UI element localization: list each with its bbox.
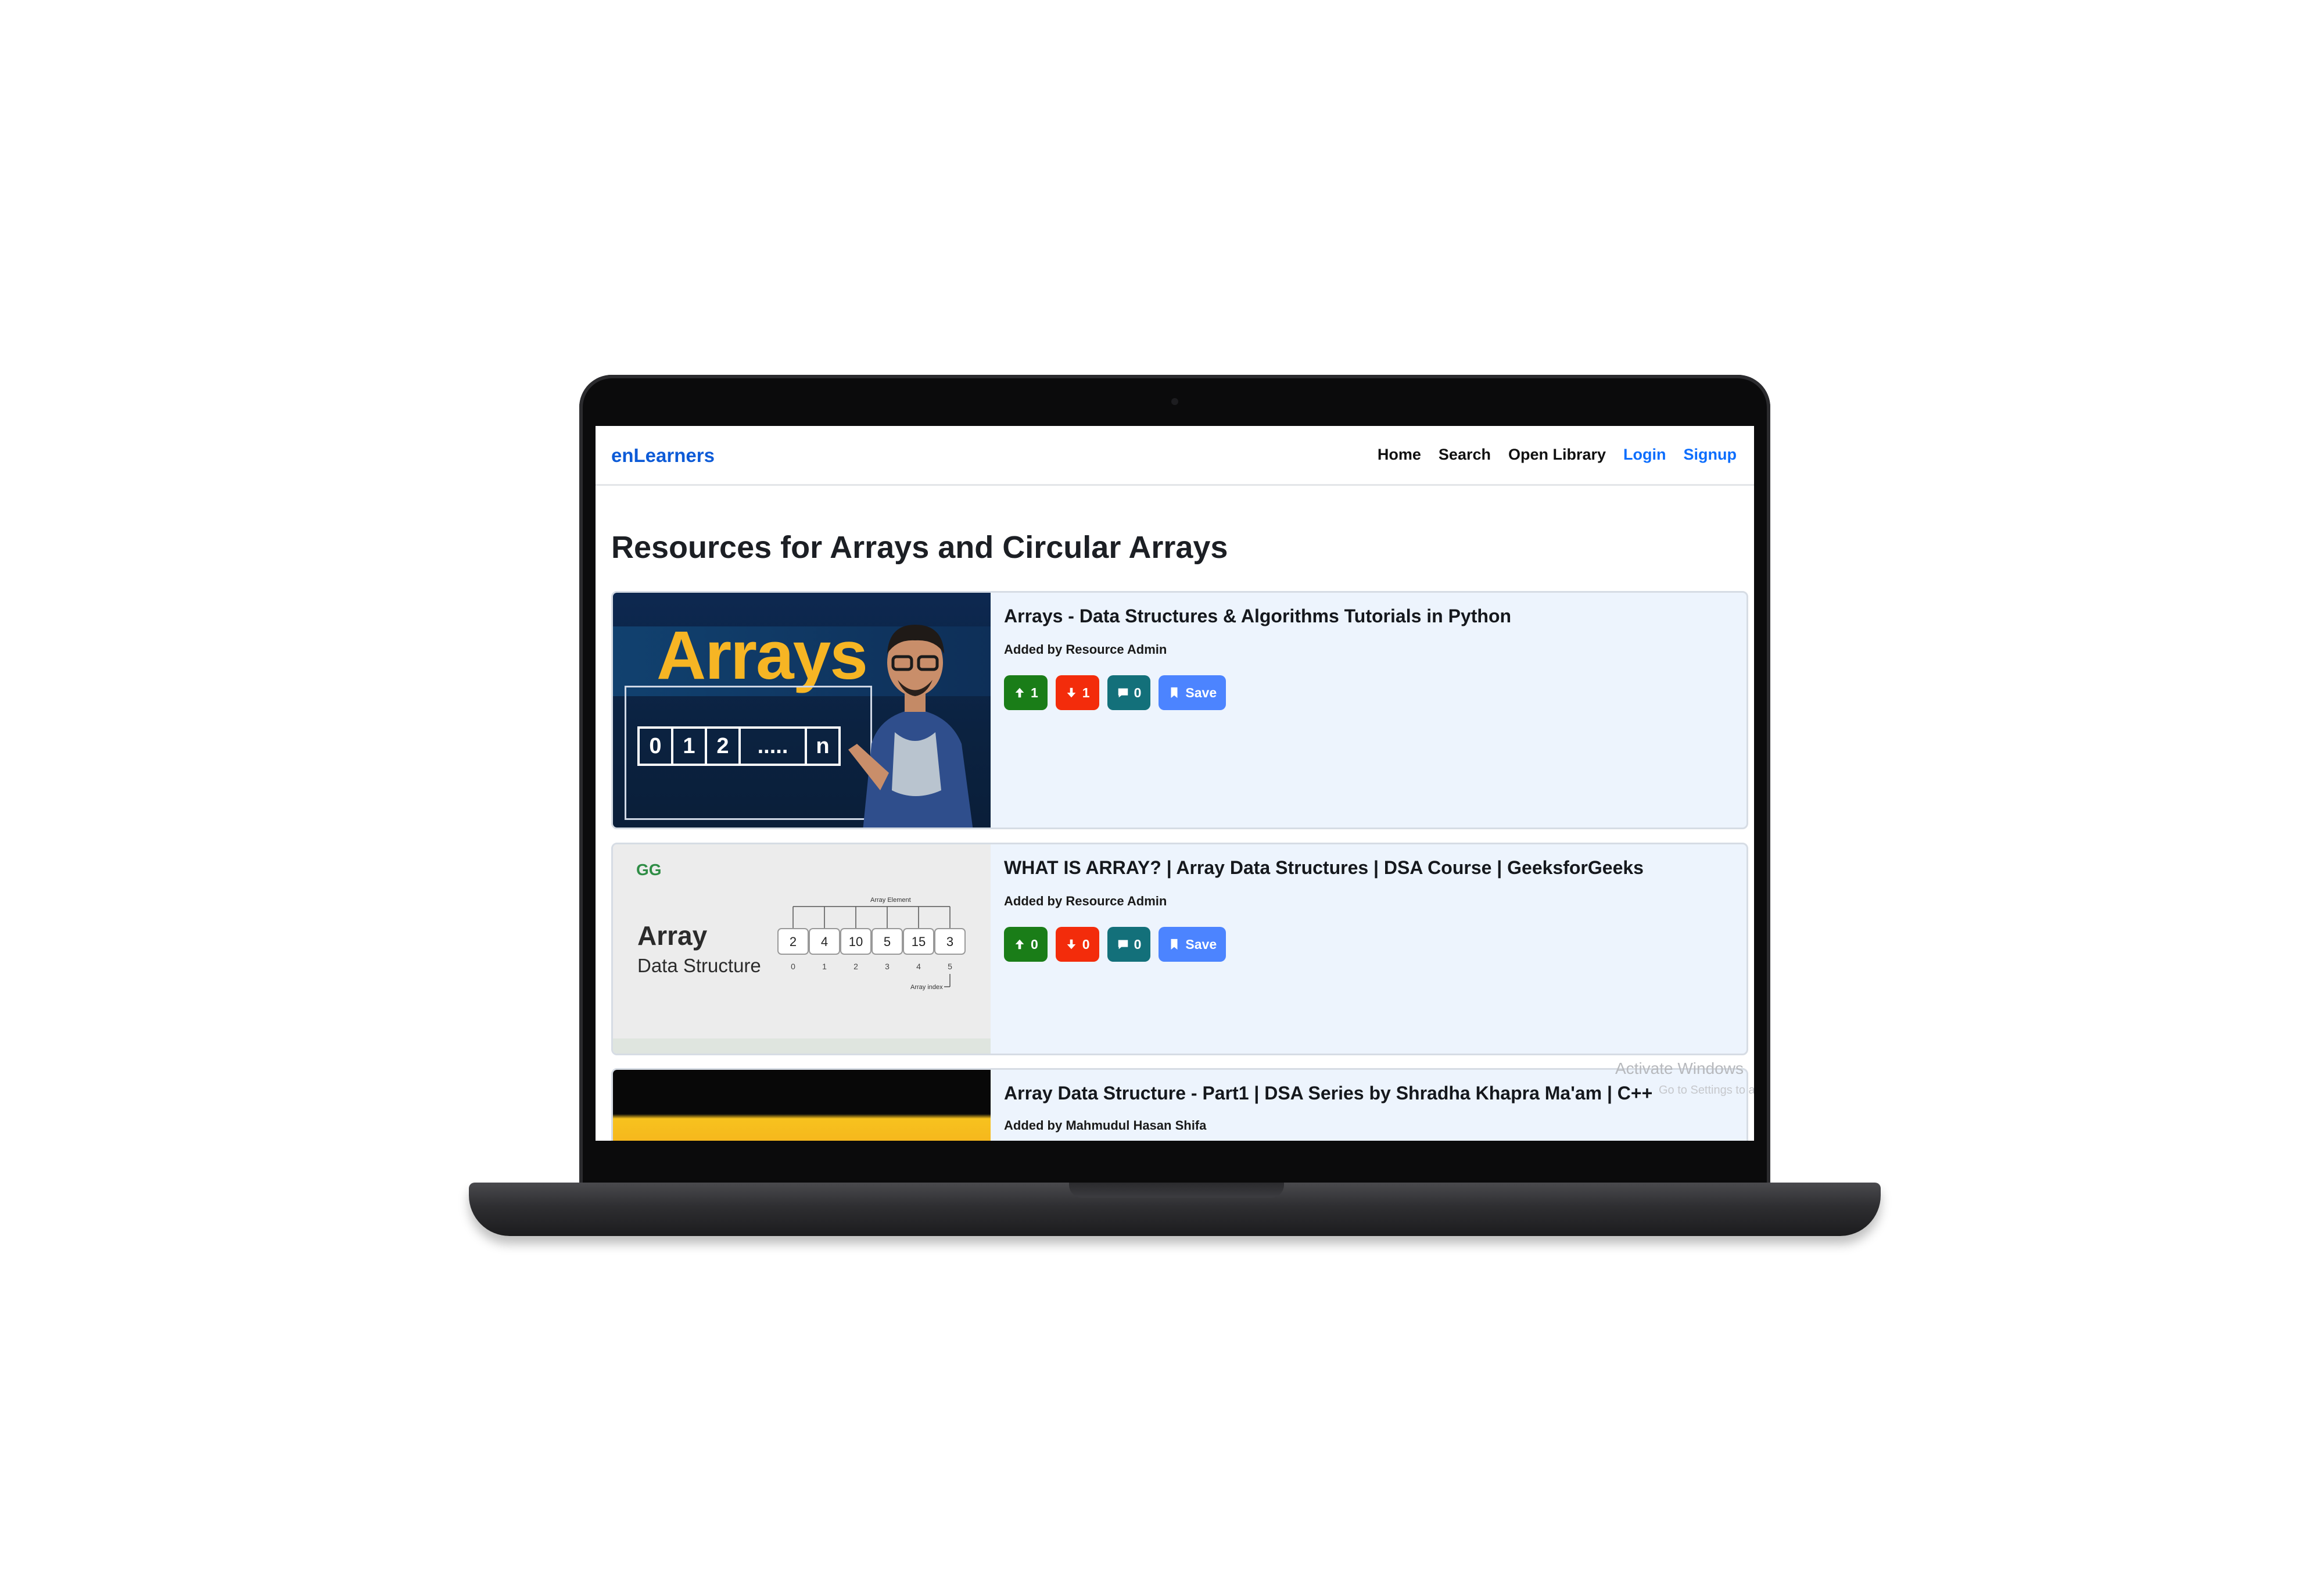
arrow-down-icon xyxy=(1067,939,1076,950)
array-value: 3 xyxy=(946,934,953,949)
arrow-up-icon xyxy=(1015,939,1024,950)
save-button[interactable]: Save xyxy=(1159,927,1226,962)
camera-dot xyxy=(1171,398,1178,405)
resource-author: Added by Mahmudul Hasan Shifa xyxy=(1004,1118,1207,1133)
resource-title[interactable]: Array Data Structure - Part1 | DSA Serie… xyxy=(1004,1083,1652,1104)
array-value: 15 xyxy=(912,934,926,949)
resource-card[interactable]: Array Data Structure - Part1 | DSA Serie… xyxy=(611,1068,1748,1141)
array-value: 10 xyxy=(849,934,863,949)
comment-icon xyxy=(1118,688,1128,698)
save-button[interactable]: Save xyxy=(1159,675,1226,710)
caption-array-index: Array index xyxy=(910,984,943,991)
array-index: 1 xyxy=(822,962,827,971)
nav-open-library[interactable]: Open Library xyxy=(1508,446,1606,464)
array-value: 4 xyxy=(821,934,828,949)
upvote-count: 0 xyxy=(1031,936,1038,952)
nav-signup[interactable]: Signup xyxy=(1684,446,1737,464)
resource-card[interactable]: Arrays 0 1 2 ..... n Arrays - Data Struc… xyxy=(611,591,1748,829)
video-thumbnail[interactable]: GG Array Data Structure Array Element 2 xyxy=(613,844,991,1054)
array-cell: ..... xyxy=(738,726,807,766)
nav-search[interactable]: Search xyxy=(1439,446,1491,464)
resource-title[interactable]: Arrays - Data Structures & Algorithms Tu… xyxy=(1004,606,1511,627)
upvote-count: 1 xyxy=(1031,685,1038,700)
array-index: 5 xyxy=(948,962,952,971)
video-thumbnail[interactable] xyxy=(613,1070,991,1141)
video-thumbnail[interactable]: Arrays 0 1 2 ..... n xyxy=(613,593,991,828)
bookmark-icon xyxy=(1171,687,1178,698)
resource-author: Added by Resource Admin xyxy=(1004,894,1167,908)
downvote-count: 1 xyxy=(1082,685,1090,700)
array-index: 0 xyxy=(791,962,795,971)
laptop-notch xyxy=(1069,1183,1284,1198)
array-cells: 0 1 2 ..... n xyxy=(637,726,841,766)
activate-windows-watermark: Activate Windows xyxy=(1615,1059,1744,1077)
upvote-button[interactable]: 1 xyxy=(1004,675,1048,710)
activate-windows-subtext: Go to Settings to activate Windows. xyxy=(1659,1084,1754,1097)
array-diagram: Array Element 2 4 10 5 15 3 0 1 2 3 4 5 … xyxy=(777,897,966,991)
save-label: Save xyxy=(1185,685,1217,700)
caption-array-element: Array Element xyxy=(870,897,911,904)
nav-links: Home Search Open Library Login Signup xyxy=(1378,446,1737,464)
array-value: 5 xyxy=(884,934,891,949)
downvote-button[interactable]: 1 xyxy=(1055,675,1099,710)
arrow-down-icon xyxy=(1067,687,1076,698)
thumbnail-subheading: Data Structure xyxy=(637,955,761,976)
nav-login[interactable]: Login xyxy=(1623,446,1666,464)
comment-icon xyxy=(1118,940,1128,950)
thumbnail-heading: Arrays xyxy=(657,617,868,694)
page-title: Resources for Arrays and Circular Arrays xyxy=(611,530,1228,565)
navbar: enLearners Home Search Open Library Logi… xyxy=(596,426,1754,486)
thumbnail-heading: Array xyxy=(637,920,708,951)
save-label: Save xyxy=(1185,936,1217,952)
array-cell: 2 xyxy=(705,726,741,766)
presenter-image xyxy=(848,625,973,828)
comment-button[interactable]: 0 xyxy=(1107,675,1151,710)
nav-home[interactable]: Home xyxy=(1378,446,1421,464)
resource-card[interactable]: GG Array Data Structure Array Element 2 xyxy=(611,843,1748,1055)
downvote-count: 0 xyxy=(1082,936,1090,952)
array-cell: 1 xyxy=(671,726,707,766)
browser-screen: enLearners Home Search Open Library Logi… xyxy=(596,426,1754,1141)
gfg-logo: GG xyxy=(636,861,662,879)
bookmark-icon xyxy=(1171,938,1178,950)
resource-actions: 1 1 0 Save xyxy=(1004,675,1226,710)
comment-count: 0 xyxy=(1134,685,1142,700)
resource-title[interactable]: WHAT IS ARRAY? | Array Data Structures |… xyxy=(1004,857,1644,879)
brand-logo[interactable]: enLearners xyxy=(611,445,715,467)
thumbnail-strip xyxy=(613,1038,991,1054)
array-cell: n xyxy=(805,726,841,766)
array-index: 3 xyxy=(885,962,890,971)
resource-author: Added by Resource Admin xyxy=(1004,642,1167,657)
upvote-button[interactable]: 0 xyxy=(1004,927,1048,962)
resource-actions: 0 0 0 Save xyxy=(1004,927,1226,962)
array-index: 4 xyxy=(916,962,921,971)
comment-count: 0 xyxy=(1134,936,1142,952)
comment-button[interactable]: 0 xyxy=(1107,927,1151,962)
downvote-button[interactable]: 0 xyxy=(1055,927,1099,962)
arrow-up-icon xyxy=(1015,687,1024,698)
array-value: 2 xyxy=(790,934,797,949)
array-index: 2 xyxy=(853,962,858,971)
array-cell: 0 xyxy=(637,726,673,766)
